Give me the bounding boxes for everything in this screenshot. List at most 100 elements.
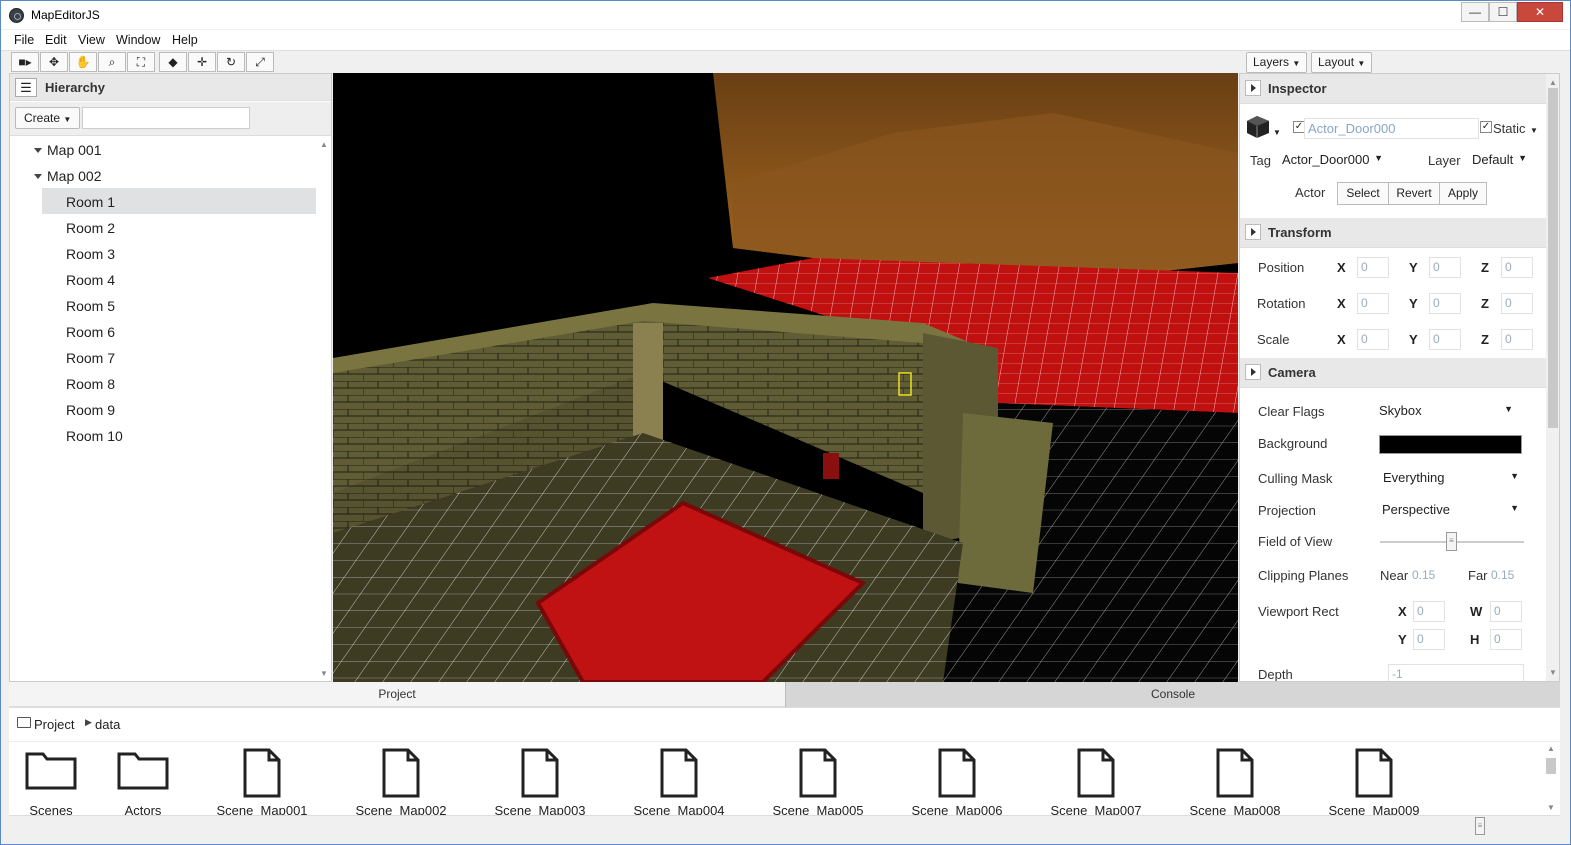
rotation-z-field[interactable]: 0: [1501, 293, 1533, 314]
asset-file[interactable]: Scene_Map003: [490, 748, 590, 815]
hand-icon[interactable]: ✋: [69, 52, 97, 72]
collapse-arrow-icon[interactable]: [1245, 224, 1261, 240]
revert-button[interactable]: Revert: [1388, 182, 1440, 205]
asset-folder-actors[interactable]: Actors: [93, 748, 193, 815]
apply-button[interactable]: Apply: [1439, 182, 1487, 205]
near-label: Near: [1380, 568, 1409, 583]
projection-select[interactable]: Perspective ▼: [1378, 500, 1524, 521]
tree-item-room-5[interactable]: Room 5: [66, 298, 115, 314]
move-icon[interactable]: ✥: [40, 52, 68, 72]
fit-icon[interactable]: ⛶: [127, 52, 155, 72]
scroll-thumb[interactable]: ≡: [1475, 817, 1485, 835]
layer-select[interactable]: Default ▼: [1468, 150, 1532, 171]
static-checkbox[interactable]: ✓: [1480, 121, 1492, 133]
asset-scrollbar[interactable]: ▲ ▼: [1544, 742, 1558, 815]
asset-grid: Scenes Actors Scene_Map001 Scene_Map002 …: [9, 741, 1560, 815]
asset-file[interactable]: Scene_Map004: [629, 748, 729, 815]
tab-project[interactable]: Project: [9, 682, 785, 707]
asset-file[interactable]: Scene_Map008: [1185, 748, 1285, 815]
position-x-field[interactable]: 0: [1357, 257, 1389, 278]
asset-file[interactable]: Scene_Map006: [907, 748, 1007, 815]
breadcrumb-project[interactable]: Project: [34, 717, 74, 732]
scale-y-field[interactable]: 0: [1429, 329, 1461, 350]
inspector-header[interactable]: Inspector: [1240, 74, 1546, 104]
tree-item-map-001[interactable]: Map 001: [34, 142, 101, 158]
hierarchy-scrollbar[interactable]: ▲ ▼: [318, 136, 330, 682]
asset-file[interactable]: Scene_Map005: [768, 748, 868, 815]
menu-edit[interactable]: Edit: [45, 33, 67, 47]
maximize-button[interactable]: ☐: [1489, 2, 1517, 22]
depth-field[interactable]: -1: [1388, 664, 1524, 681]
near-field[interactable]: 0.15: [1409, 566, 1445, 587]
culling-mask-select[interactable]: Everything ▼: [1379, 468, 1524, 489]
asset-file[interactable]: Scene_Map001: [212, 748, 312, 815]
tab-console[interactable]: Console: [785, 682, 1560, 707]
horizontal-scrollbar[interactable]: ≡: [9, 815, 1560, 837]
expand-icon[interactable]: ⤢: [246, 52, 274, 72]
asset-folder-scenes[interactable]: Scenes: [9, 748, 101, 815]
clear-flags-select[interactable]: Skybox ▼: [1375, 401, 1518, 422]
chevron-down-icon[interactable]: ▼: [1273, 128, 1281, 137]
inspector-scrollbar[interactable]: ▲ ▼: [1546, 74, 1559, 681]
zoom-icon[interactable]: ⌕: [98, 52, 126, 72]
position-y-field[interactable]: 0: [1429, 257, 1461, 278]
tag-select[interactable]: Actor_Door000 ▼: [1278, 150, 1388, 171]
menu-window[interactable]: Window: [116, 33, 160, 47]
layers-dropdown[interactable]: Layers ▼: [1246, 52, 1308, 73]
background-color-swatch[interactable]: [1379, 435, 1522, 454]
tree-item-room-7[interactable]: Room 7: [66, 350, 115, 366]
hamburger-menu-icon[interactable]: ☰: [15, 78, 37, 97]
vp-h-field[interactable]: 0: [1490, 629, 1522, 650]
video-camera-icon[interactable]: ■▸: [11, 52, 39, 72]
minimize-button[interactable]: —: [1461, 2, 1489, 22]
tree-item-map-002[interactable]: Map 002: [34, 168, 101, 184]
hierarchy-search-input[interactable]: [82, 107, 250, 129]
scene-viewport[interactable]: [333, 73, 1238, 682]
expand-arrow-icon[interactable]: [34, 148, 42, 153]
scroll-thumb[interactable]: [1548, 88, 1558, 428]
create-button[interactable]: Create ▼: [15, 107, 81, 129]
breadcrumb-data[interactable]: data: [95, 717, 120, 732]
vp-w-field[interactable]: 0: [1490, 601, 1522, 622]
object-name-input[interactable]: [1304, 118, 1479, 139]
tree-item-room-2[interactable]: Room 2: [66, 220, 115, 236]
position-z-field[interactable]: 0: [1501, 257, 1533, 278]
rotation-x-field[interactable]: 0: [1357, 293, 1389, 314]
asset-file[interactable]: Scene_Map009: [1324, 748, 1424, 815]
tree-item-room-8[interactable]: Room 8: [66, 376, 115, 392]
chevron-down-icon[interactable]: ▼: [1530, 126, 1538, 135]
translate-icon[interactable]: ✛: [188, 52, 216, 72]
cube-icon[interactable]: ◆: [159, 52, 187, 72]
asset-file[interactable]: Scene_Map002: [351, 748, 451, 815]
close-button[interactable]: ✕: [1517, 2, 1563, 22]
fov-slider-thumb[interactable]: ≡: [1446, 532, 1457, 551]
scroll-thumb[interactable]: [1546, 758, 1556, 774]
rotate-icon[interactable]: ↻: [217, 52, 245, 72]
vp-x-field[interactable]: 0: [1413, 601, 1445, 622]
tree-item-room-10[interactable]: Room 10: [66, 428, 123, 444]
tree-item-room-6[interactable]: Room 6: [66, 324, 115, 340]
tree-item-room-1[interactable]: Room 1: [42, 188, 316, 214]
menu-file[interactable]: File: [14, 33, 34, 47]
tree-item-room-4[interactable]: Room 4: [66, 272, 115, 288]
layout-dropdown[interactable]: Layout ▼: [1311, 52, 1373, 73]
menu-view[interactable]: View: [78, 33, 105, 47]
collapse-arrow-icon[interactable]: [1245, 364, 1261, 380]
scale-x-field[interactable]: 0: [1357, 329, 1389, 350]
menu-help[interactable]: Help: [172, 33, 198, 47]
cube-object-icon[interactable]: [1245, 114, 1273, 140]
vp-h-label: H: [1470, 632, 1480, 647]
collapse-arrow-icon[interactable]: [1245, 80, 1261, 96]
rotation-y-field[interactable]: 0: [1429, 293, 1461, 314]
far-field[interactable]: 0.15: [1488, 566, 1524, 587]
tree-item-room-9[interactable]: Room 9: [66, 402, 115, 418]
transform-header[interactable]: Transform: [1240, 218, 1546, 248]
scale-z-field[interactable]: 0: [1501, 329, 1533, 350]
tree-item-room-3[interactable]: Room 3: [66, 246, 115, 262]
camera-header[interactable]: Camera: [1240, 358, 1546, 388]
static-label[interactable]: Static: [1493, 121, 1526, 136]
asset-file[interactable]: Scene_Map007: [1046, 748, 1146, 815]
expand-arrow-icon[interactable]: [34, 174, 42, 179]
vp-y-field[interactable]: 0: [1413, 629, 1445, 650]
select-button[interactable]: Select: [1337, 182, 1389, 205]
